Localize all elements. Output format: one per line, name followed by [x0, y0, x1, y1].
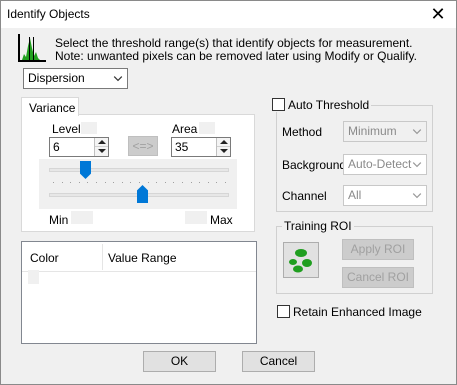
- slider-tick: [147, 182, 149, 183]
- histogram-icon: [18, 34, 46, 62]
- col-divider: [102, 244, 103, 270]
- max-label: Max: [210, 213, 233, 227]
- chevron-down-icon: [113, 76, 123, 82]
- identify-objects-dialog: Identify Objects ✕ Select the threshold …: [0, 0, 457, 385]
- slider-tick: [78, 182, 80, 183]
- swap-button[interactable]: <=>: [128, 136, 158, 156]
- slider-tick: [173, 182, 175, 183]
- slider-tick: [53, 182, 54, 183]
- level-spin-buttons[interactable]: [94, 138, 108, 156]
- level-stepper[interactable]: 6: [49, 137, 109, 157]
- slider-tick: [216, 182, 218, 183]
- col-color[interactable]: Color: [30, 251, 59, 265]
- chevron-down-icon: [412, 129, 422, 135]
- list-header: Color Value Range: [22, 242, 256, 272]
- area-value: 35: [175, 140, 189, 154]
- chevron-down-icon: [412, 193, 422, 199]
- close-icon[interactable]: ✕: [428, 4, 448, 24]
- area-down-icon[interactable]: [217, 147, 230, 156]
- method-select-value: Minimum: [348, 124, 397, 138]
- cancel-roi-button[interactable]: Cancel ROI: [342, 267, 414, 288]
- slider-tick: [130, 182, 132, 183]
- dispersion-select-value: Dispersion: [28, 71, 85, 85]
- auto-threshold-checkbox[interactable]: [272, 98, 285, 111]
- apply-roi-button[interactable]: Apply ROI: [342, 239, 414, 260]
- slider-tick: [207, 182, 209, 183]
- title-bar: Identify Objects ✕: [1, 1, 456, 28]
- slider-tick: [113, 182, 115, 183]
- tab-variance-label: Variance: [29, 101, 76, 115]
- slider-tick: [156, 182, 158, 183]
- slider-tick: [121, 182, 123, 183]
- level-label: Level: [52, 122, 81, 136]
- slider-tick: [87, 182, 89, 183]
- slider-tick: [199, 182, 201, 183]
- method-select[interactable]: Minimum: [343, 121, 427, 142]
- slider-tick: [164, 182, 166, 183]
- level-value: 6: [53, 140, 60, 154]
- min-value-box: [71, 211, 93, 224]
- slider-tick: [61, 182, 63, 183]
- retain-enhanced-label: Retain Enhanced Image: [293, 305, 422, 319]
- roi-draw-button[interactable]: [283, 242, 319, 278]
- auto-threshold-label: Auto Threshold: [288, 98, 370, 112]
- level-down-icon[interactable]: [95, 147, 108, 156]
- slider-tick: [139, 182, 140, 183]
- dispersion-select[interactable]: Dispersion: [23, 68, 128, 89]
- dialog-title: Identify Objects: [7, 7, 90, 21]
- background-select-value: Auto-Detect: [348, 157, 412, 171]
- min-label: Min: [49, 213, 69, 227]
- list-row-placeholder: [28, 270, 39, 284]
- channel-label: Channel: [282, 189, 327, 203]
- level-label-bg: [81, 122, 97, 134]
- background-label: Background: [282, 158, 347, 172]
- roi-blobs-icon: [289, 249, 312, 273]
- intro-line-1: Select the threshold range(s) that ident…: [55, 36, 413, 50]
- background-select[interactable]: Auto-Detect: [343, 154, 427, 175]
- slider-tick: [96, 182, 97, 183]
- level-slider-track[interactable]: [49, 168, 229, 172]
- area-label: Area: [172, 122, 198, 136]
- slider-tick: [225, 182, 226, 183]
- retain-enhanced-checkbox[interactable]: [277, 305, 290, 318]
- cancel-button[interactable]: Cancel: [242, 351, 315, 372]
- slider-tick: [104, 182, 106, 183]
- ok-button[interactable]: OK: [143, 351, 216, 372]
- max-value-box: [185, 211, 207, 224]
- slider-tick: [190, 182, 192, 183]
- intro-line-2: Note: unwanted pixels can be removed lat…: [55, 49, 417, 63]
- auto-threshold-header: Auto Threshold: [270, 98, 372, 112]
- channel-select-value: All: [348, 188, 362, 202]
- area-up-icon[interactable]: [217, 138, 230, 147]
- area-spin-buttons[interactable]: [216, 138, 230, 156]
- area-stepper[interactable]: 35: [171, 137, 231, 157]
- training-roi-label: Training ROI: [282, 219, 354, 233]
- chevron-down-icon: [412, 162, 422, 168]
- area-label-bg: [199, 122, 215, 134]
- threshold-list[interactable]: Color Value Range: [21, 241, 257, 344]
- channel-select[interactable]: All: [343, 185, 427, 206]
- level-up-icon[interactable]: [95, 138, 108, 147]
- slider-tick: [70, 182, 72, 183]
- tab-variance[interactable]: Variance: [21, 97, 79, 116]
- col-value-range[interactable]: Value Range: [108, 251, 177, 265]
- slider-tick: [182, 182, 183, 183]
- method-label: Method: [282, 125, 323, 139]
